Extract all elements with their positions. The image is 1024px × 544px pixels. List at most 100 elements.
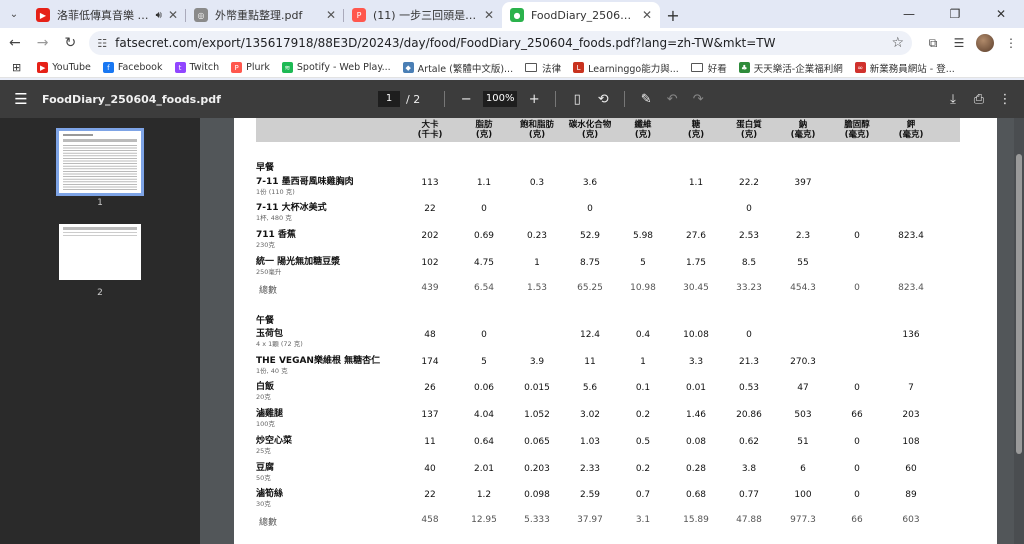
table-cell: 5	[640, 258, 646, 268]
column-header: 糖 (克)	[688, 120, 704, 140]
bookmark-item[interactable]: ♣ 天天樂活-企業福利網	[738, 61, 843, 75]
close-tab-icon[interactable]: ✕	[484, 8, 494, 22]
zoom-in-icon[interactable]: +	[521, 86, 547, 112]
audio-playing-icon[interactable]: 🔊︎	[156, 10, 162, 21]
serving-size: 1份 (110 克)	[256, 188, 295, 196]
close-tab-icon[interactable]: ✕	[168, 8, 178, 22]
forward-arrow-icon[interactable]: →	[30, 30, 56, 56]
total-cell: 10.98	[630, 283, 656, 293]
rotate-icon[interactable]: ⟲	[590, 86, 616, 112]
bookmark-star-icon[interactable]: ☆	[891, 35, 904, 51]
total-cell: 439	[421, 283, 439, 293]
tab-3[interactable]: P (11) 一步三回頭是岸 ▼ 阿量 [m ✕	[344, 2, 502, 28]
table-cell: 48	[424, 330, 436, 340]
column-header: 碳水化合物 (克)	[569, 120, 612, 140]
table-cell: 4.04	[473, 410, 495, 420]
annotate-pen-icon[interactable]: ✎	[633, 86, 659, 112]
tab-4[interactable]: ● FoodDiary_250604_foods.pdf ✕	[502, 2, 660, 28]
apps-grid-icon[interactable]: ⊞	[12, 61, 21, 74]
table-cell: 55	[797, 258, 809, 268]
tab-search-chevron-icon[interactable]: ⌄	[0, 0, 28, 28]
page-number-input[interactable]: 1	[378, 91, 400, 107]
column-header-label: 膽固醇	[844, 120, 870, 130]
browser-menu-icon[interactable]: ⋮	[998, 30, 1024, 56]
thumbnail-sidebar: 1 2	[0, 118, 200, 544]
table-cell: 270.3	[790, 357, 816, 367]
tab-1[interactable]: ▶ 洛菲低傳真音樂 白噪下午彈奏 🔊︎ ✕	[28, 2, 186, 28]
table-cell: 5.6	[582, 383, 598, 393]
vertical-scrollbar[interactable]	[1014, 118, 1024, 544]
bookmark-item[interactable]: 法律	[525, 61, 561, 75]
print-icon[interactable]: ⎙	[966, 86, 992, 112]
table-cell: 0.203	[524, 464, 550, 474]
more-options-icon[interactable]: ⋮	[992, 86, 1018, 112]
bookmark-item[interactable]: ∞ 新業務員網站 - 登...	[854, 61, 955, 75]
site-info-icon[interactable]: ☷	[97, 37, 107, 50]
bookmark-item[interactable]: f Facebook	[102, 62, 163, 73]
total-cell: 977.3	[790, 515, 816, 525]
total-cell: 823.4	[898, 283, 924, 293]
reload-icon[interactable]: ↻	[58, 30, 84, 56]
column-header: 蛋白質 (克)	[736, 120, 762, 140]
zoom-out-icon[interactable]: −	[453, 86, 479, 112]
tab-2[interactable]: ◎ 外幣重點整理.pdf ✕	[186, 2, 344, 28]
table-cell: 11	[424, 437, 436, 447]
sidebar-menu-icon[interactable]: ☰	[0, 80, 42, 118]
undo-icon[interactable]: ↶	[659, 86, 685, 112]
page-thumbnail-1[interactable]	[56, 128, 144, 196]
serving-size: 30克	[256, 500, 271, 508]
total-label: 總數	[259, 518, 278, 528]
divider	[624, 91, 626, 107]
bookmark-item[interactable]: t Twitch	[174, 62, 220, 73]
total-cell: 30.45	[683, 283, 709, 293]
table-cell: 203	[902, 410, 920, 420]
bookmark-item[interactable]: L Learninggo能力與...	[573, 61, 679, 75]
close-window-icon[interactable]: ✕	[978, 0, 1024, 28]
url-text[interactable]: fatsecret.com/export/135617918/88E3D/202…	[115, 36, 891, 50]
column-header: 飽和脂肪 (克)	[520, 120, 554, 140]
column-header: 鉀 (毫克)	[899, 120, 924, 140]
table-cell: 137	[421, 410, 439, 420]
new-tab-button[interactable]: +	[660, 2, 686, 28]
bookmark-item[interactable]: ≋ Spotify - Web Play...	[281, 62, 391, 73]
close-tab-icon[interactable]: ✕	[326, 8, 336, 22]
total-cell: 6.54	[473, 283, 495, 293]
column-header-unit: (毫克)	[790, 130, 816, 140]
restore-icon[interactable]: ❐	[932, 0, 978, 28]
serving-size: 250毫升	[256, 268, 282, 276]
bookmark-label: 天天樂活-企業福利網	[753, 63, 843, 75]
bookmark-item[interactable]: ◆ Artale (繁體中文版)...	[402, 61, 513, 75]
table-cell: 0.69	[473, 231, 495, 241]
thumbnail-preview	[63, 134, 137, 190]
plurk-icon: P	[352, 8, 366, 22]
total-cell: 47.88	[736, 515, 762, 525]
redo-icon[interactable]: ↷	[685, 86, 711, 112]
zoom-input[interactable]: 100%	[483, 91, 518, 107]
table-cell: 3.9	[529, 357, 545, 367]
table-cell: 1.052	[524, 410, 550, 420]
back-arrow-icon[interactable]: ←	[2, 30, 28, 56]
pdf-title: FoodDiary_250604_foods.pdf	[42, 92, 221, 106]
download-icon[interactable]: ⤓	[940, 86, 966, 112]
table-cell: 66	[851, 410, 863, 420]
bookmark-label: Learninggo能力與...	[588, 63, 679, 75]
bookmark-label: Twitch	[189, 62, 220, 73]
scrollbar-thumb[interactable]	[1016, 154, 1022, 454]
close-tab-icon[interactable]: ✕	[642, 8, 652, 22]
table-cell: 11	[584, 357, 596, 367]
page-thumbnail-2[interactable]	[59, 224, 141, 280]
minimize-icon[interactable]: —	[886, 0, 932, 28]
avatar[interactable]	[972, 30, 998, 56]
bookmark-label: YouTube	[52, 62, 91, 73]
table-cell: 51	[797, 437, 809, 447]
address-bar[interactable]: ☷ fatsecret.com/export/135617918/88E3D/2…	[89, 31, 912, 55]
extensions-icon[interactable]: ⧉	[920, 30, 946, 56]
bookmark-item[interactable]: P Plurk	[231, 62, 270, 73]
table-cell: 0.098	[524, 490, 550, 500]
fit-page-icon[interactable]: ▯	[564, 86, 590, 112]
column-header: 纖維 (克)	[634, 120, 651, 140]
bookmark-item[interactable]: ▶ YouTube	[37, 62, 91, 73]
bookmark-item[interactable]: 好看	[690, 61, 727, 75]
table-cell: 0	[854, 490, 860, 500]
reading-list-icon[interactable]: ☰	[946, 30, 972, 56]
